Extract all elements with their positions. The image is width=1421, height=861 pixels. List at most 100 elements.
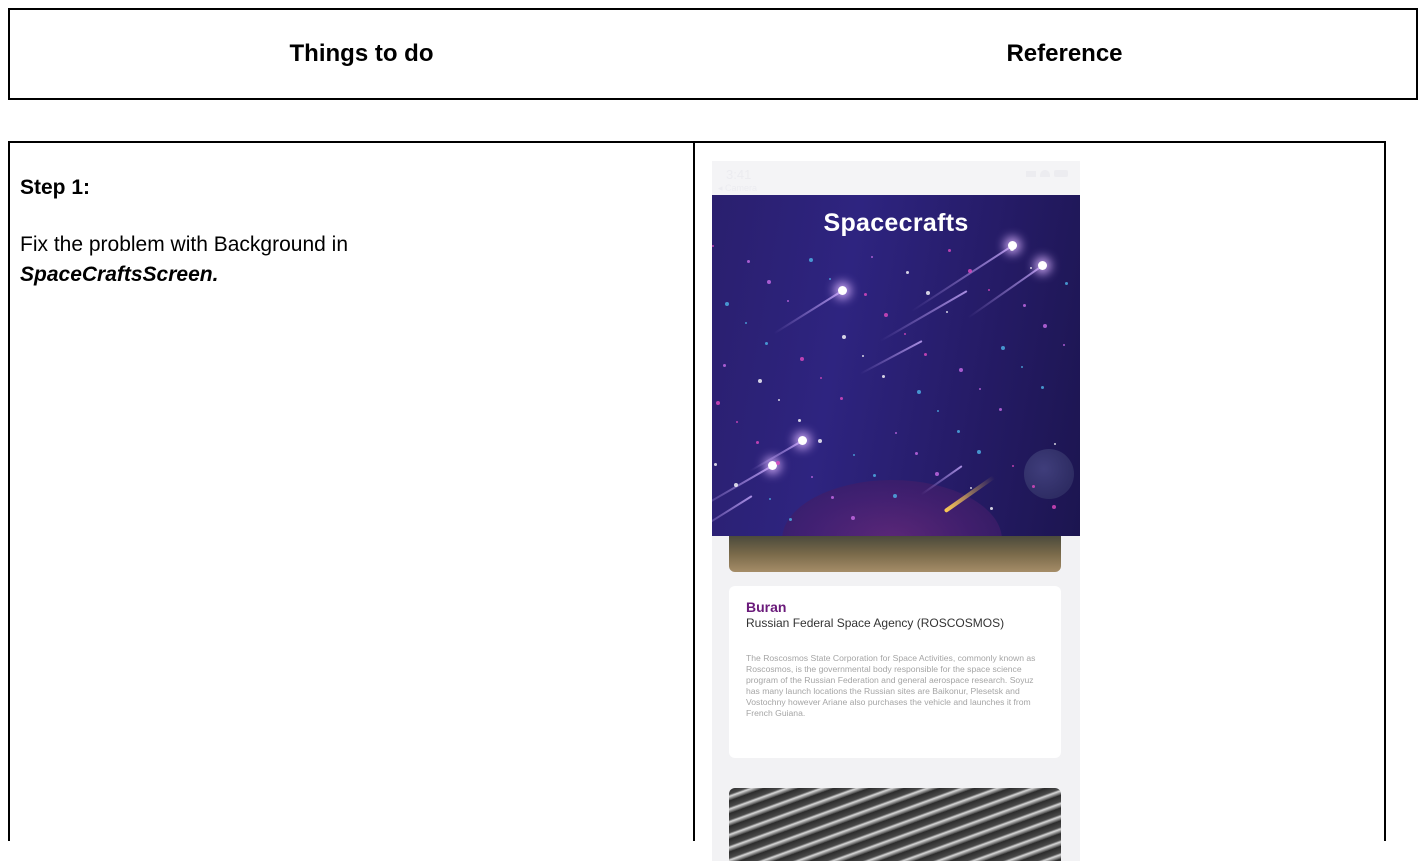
step-title: Step 1:: [20, 176, 91, 199]
status-time: 3:41: [726, 167, 752, 182]
star-dot: [988, 289, 990, 291]
star-dot: [895, 432, 897, 434]
star-dot: [1043, 324, 1047, 328]
content-table: Step 1: Fix the problem with Background …: [8, 141, 1386, 861]
spacecraft-photo-next: [729, 788, 1061, 861]
star-dot: [959, 368, 963, 372]
star-dot: [904, 333, 906, 335]
star-dot: [1010, 247, 1014, 251]
star-dot: [893, 494, 897, 498]
star-glow: [798, 436, 807, 445]
star-dot: [714, 463, 717, 466]
shooting-star: [910, 245, 1013, 313]
header-table: Things to do Reference: [8, 8, 1418, 100]
star-dot: [765, 342, 768, 345]
star-dot: [756, 441, 759, 444]
star-dot: [1065, 282, 1068, 285]
star-dot: [818, 439, 822, 443]
shooting-star: [879, 290, 968, 342]
star-dot: [948, 249, 951, 252]
star-dot: [979, 388, 981, 390]
star-dot: [990, 507, 993, 510]
star-dot: [935, 472, 939, 476]
star-dot: [917, 390, 921, 394]
shooting-star: [773, 290, 843, 335]
spacecraft-name: Buran: [746, 599, 787, 615]
planet-illustration: [782, 480, 1002, 536]
shooting-star: [859, 340, 923, 375]
star-dot: [1054, 443, 1056, 445]
wifi-icon: [1040, 170, 1050, 177]
star-dot: [789, 518, 792, 521]
star-dot: [829, 278, 831, 280]
spacecraft-agency: Russian Federal Space Agency (ROSCOSMOS): [746, 616, 1005, 630]
star-dot: [851, 516, 855, 520]
step-text-prefix: Fix the problem with Background in: [20, 233, 348, 256]
star-dot: [1030, 267, 1032, 269]
reference-cell: 3:41 ◂ Camera Spacecrafts Buran Russian …: [695, 143, 1384, 861]
shooting-star: [712, 465, 773, 515]
star-glow: [1038, 261, 1047, 270]
star-dot: [871, 256, 873, 258]
spacecraft-card[interactable]: Buran Russian Federal Space Agency (ROSC…: [729, 586, 1061, 758]
star-dot: [725, 302, 729, 306]
star-dot: [723, 364, 726, 367]
star-dot: [745, 322, 747, 324]
star-dot: [767, 280, 771, 284]
star-dot: [809, 258, 813, 262]
star-dot: [716, 401, 720, 405]
star-dot: [831, 496, 834, 499]
star-dot: [776, 461, 780, 465]
star-dot: [736, 421, 738, 423]
star-dot: [873, 474, 876, 477]
star-dot: [937, 410, 939, 412]
star-dot: [977, 450, 981, 454]
star-dot: [1001, 346, 1005, 350]
star-dot: [1012, 465, 1014, 467]
star-glow: [838, 286, 847, 295]
moon-illustration: [1024, 449, 1074, 499]
step-text-emphasis: SpaceCraftsScreen.: [20, 263, 219, 286]
star-dot: [800, 357, 804, 361]
star-dot: [811, 476, 813, 478]
star-dot: [946, 311, 948, 313]
star-dot: [712, 245, 714, 247]
spacecraft-photo-partial: [729, 536, 1061, 572]
star-dot: [1021, 366, 1023, 368]
status-back-link: ◂ Camera: [718, 183, 758, 193]
star-dot: [853, 454, 855, 456]
star-dot: [968, 269, 972, 273]
star-dot: [882, 375, 885, 378]
signal-icon: [1026, 170, 1036, 177]
space-background: Spacecrafts: [712, 195, 1080, 536]
star-dot: [1041, 386, 1044, 389]
star-dot: [820, 377, 822, 379]
star-dot: [884, 313, 888, 317]
instructions-cell: Step 1: Fix the problem with Background …: [10, 143, 695, 841]
shooting-star: [712, 495, 753, 534]
star-dot: [999, 408, 1002, 411]
star-dot: [1052, 505, 1056, 509]
star-dot: [1032, 485, 1035, 488]
star-dot: [924, 353, 927, 356]
star-dot: [787, 300, 789, 302]
star-dot: [1063, 344, 1065, 346]
status-bar: 3:41 ◂ Camera: [712, 161, 1080, 199]
star-dot: [778, 399, 780, 401]
star-dot: [926, 291, 930, 295]
star-dot: [842, 335, 846, 339]
star-dot: [747, 260, 750, 263]
header-things-to-do: Things to do: [289, 40, 434, 67]
star-dot: [915, 452, 918, 455]
step-text: Fix the problem with Background in Space…: [20, 230, 693, 290]
battery-icon: [1054, 170, 1068, 177]
star-dot: [864, 293, 867, 296]
screen-title: Spacecrafts: [823, 209, 969, 237]
star-dot: [798, 419, 801, 422]
star-dot: [1023, 304, 1026, 307]
star-dot: [906, 271, 909, 274]
star-dot: [840, 397, 843, 400]
star-dot: [769, 498, 771, 500]
star-dot: [957, 430, 960, 433]
phone-screenshot: 3:41 ◂ Camera Spacecrafts Buran Russian …: [712, 161, 1080, 861]
